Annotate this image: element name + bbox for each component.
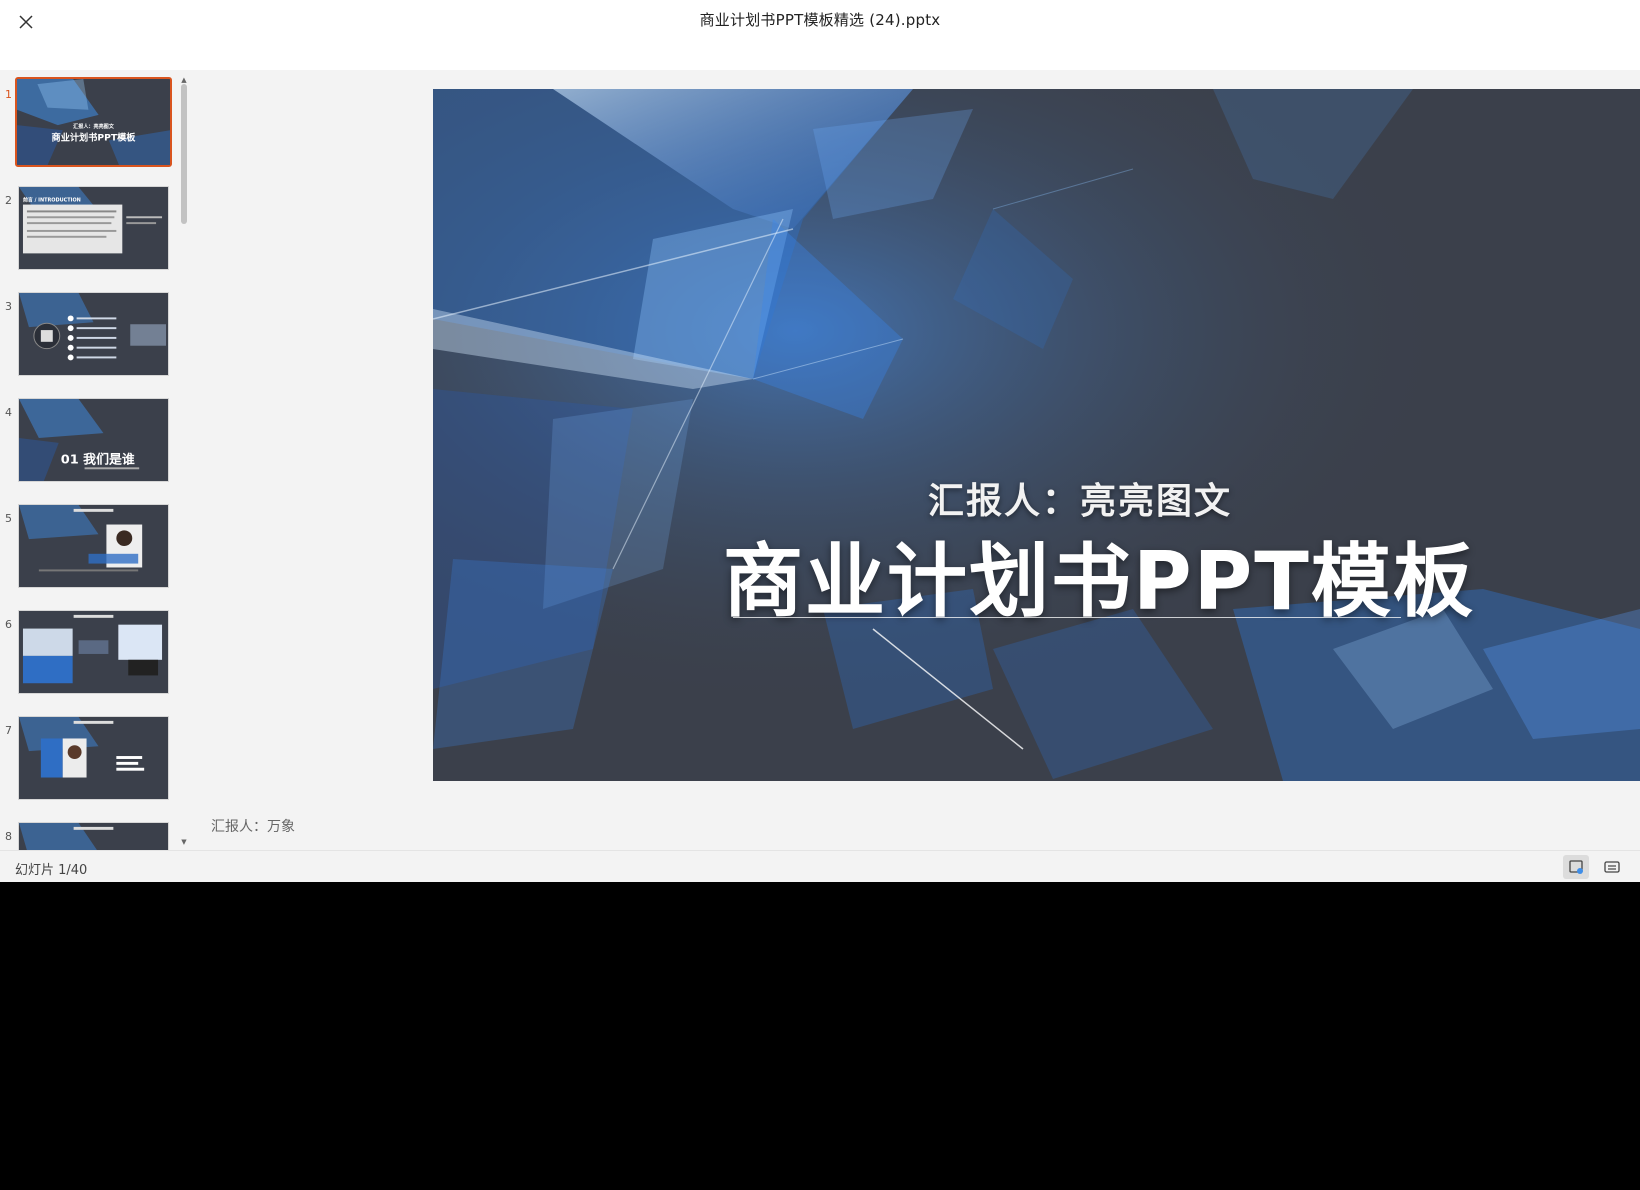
subtitles-icon <box>1604 861 1620 873</box>
slide-canvas: 汇报人：亮亮图文 商业计划书PPT模板 <box>433 89 1640 781</box>
title-bar: 商业计划书PPT模板精选 (24).pptx <box>0 0 1640 70</box>
thumbnail-number: 2 <box>5 194 12 207</box>
thumbnail-slide-7[interactable]: 7 <box>0 712 180 804</box>
subtitles-view-button[interactable] <box>1599 855 1625 879</box>
thumbnail-number: 7 <box>5 724 12 737</box>
thumbnail-caption: 01 我们是谁 <box>61 452 135 468</box>
thumbnail-number: 1 <box>5 88 12 101</box>
thumbnail-slide-5[interactable]: 5 <box>0 500 180 592</box>
thumbnail-number: 5 <box>5 512 12 525</box>
slide-thumbnails-panel: 1 汇报人：亮亮图文 商业计划书PPT模板 2 前言 / INTRODUCTIO… <box>0 70 190 850</box>
thumbnail-slide-1[interactable]: 1 汇报人：亮亮图文 商业计划书PPT模板 <box>0 76 180 168</box>
scrollbar-thumb[interactable] <box>181 84 187 224</box>
thumbnail-number: 3 <box>5 300 12 313</box>
thumbnail-preview <box>18 822 169 850</box>
thumbnail-number: 8 <box>5 830 12 843</box>
thumbnail-slide-4[interactable]: 4 01 我们是谁 <box>0 394 180 486</box>
scroll-up-arrow-icon[interactable]: ▲ <box>180 76 188 84</box>
thumbnail-preview <box>18 292 169 376</box>
thumbnail-caption: 商业计划书PPT模板 <box>52 131 137 143</box>
thumbnail-caption: 前言 / INTRODUCTION <box>23 197 81 204</box>
thumbnail-slide-2[interactable]: 2 前言 / INTRODUCTION <box>0 182 180 274</box>
notes-view-icon <box>1569 860 1583 874</box>
title-underline <box>733 617 1401 618</box>
slide-background-crystal <box>433 89 1640 781</box>
thumbnail-preview: 前言 / INTRODUCTION <box>18 186 169 270</box>
scroll-down-arrow-icon[interactable]: ▼ <box>180 838 188 846</box>
document-title: 商业计划书PPT模板精选 (24).pptx <box>699 11 941 29</box>
slide-title: 商业计划书PPT模板 <box>723 535 1475 628</box>
thumbnail-slide-3[interactable]: 3 <box>0 288 180 380</box>
thumbnail-preview <box>18 716 169 800</box>
thumbnail-preview: 汇报人：亮亮图文 商业计划书PPT模板 <box>15 77 172 167</box>
slide-counter: 幻灯片 1/40 <box>15 863 88 878</box>
presentation-viewer: 商业计划书PPT模板精选 (24).pptx 1 汇报人：亮亮图文 商业计划书P… <box>0 0 1640 882</box>
notes-view-button[interactable] <box>1563 855 1589 879</box>
thumbnail-caption-small: 汇报人：亮亮图文 <box>73 123 115 130</box>
thumbnail-number: 4 <box>5 406 12 419</box>
thumbnails-scrollbar[interactable]: ▲ ▼ <box>180 76 188 846</box>
status-bar: 幻灯片 1/40 <box>0 850 1640 882</box>
thumbnail-preview <box>18 610 169 694</box>
thumbnail-slide-6[interactable]: 6 <box>0 606 180 698</box>
thumbnail-preview: 01 我们是谁 <box>18 398 169 482</box>
thumbnail-number: 6 <box>5 618 12 631</box>
thumbnail-slide-8[interactable]: 8 <box>0 818 180 850</box>
speaker-notes: 汇报人：万象 <box>211 819 295 835</box>
thumbnail-preview <box>18 504 169 588</box>
